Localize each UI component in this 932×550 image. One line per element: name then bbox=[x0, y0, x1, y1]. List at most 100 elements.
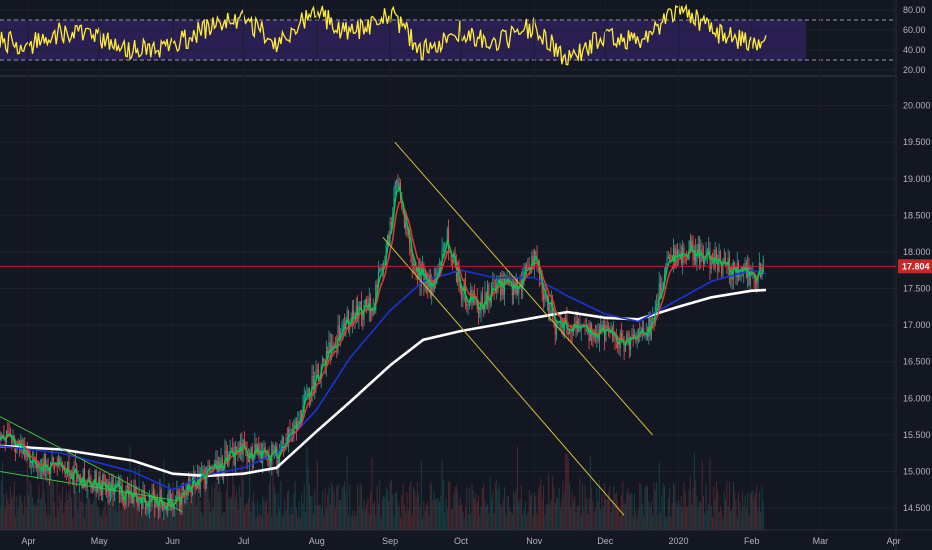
candle-body bbox=[201, 471, 203, 473]
volume-bar bbox=[714, 499, 716, 530]
volume-bar bbox=[198, 496, 200, 530]
volume-bar bbox=[536, 513, 538, 530]
volume-bar bbox=[134, 467, 136, 530]
candle-body bbox=[298, 420, 300, 422]
volume-bar bbox=[432, 500, 434, 530]
volume-bar bbox=[246, 503, 248, 530]
volume-bar bbox=[743, 506, 745, 530]
volume-bar bbox=[593, 512, 595, 530]
volume-bar bbox=[726, 480, 728, 530]
price-tick-label: 17.000 bbox=[903, 320, 931, 330]
volume-bar bbox=[221, 516, 223, 530]
candle-body bbox=[230, 447, 232, 449]
volume-bar bbox=[479, 516, 481, 530]
candle-body bbox=[77, 480, 79, 482]
volume-bar bbox=[578, 505, 580, 530]
volume-bar bbox=[630, 493, 632, 530]
volume-bar bbox=[116, 511, 118, 530]
volume-bar bbox=[212, 507, 214, 530]
volume-bar bbox=[709, 457, 711, 530]
volume-bar bbox=[347, 515, 349, 530]
volume-bar bbox=[191, 497, 193, 530]
volume-bar bbox=[457, 491, 459, 530]
volume-bar bbox=[589, 456, 591, 530]
time-axis[interactable]: Apr May Jun Jul Aug Sep Oct Nov Dec 2020 Feb Mar Apr bbox=[21, 536, 900, 546]
volume-bar bbox=[535, 496, 537, 530]
candle-body bbox=[549, 304, 551, 314]
volume-bar bbox=[489, 476, 491, 530]
oscillator-tick-label: 40.00 bbox=[903, 45, 926, 55]
volume-bar bbox=[506, 496, 508, 530]
candle-body bbox=[451, 260, 453, 263]
volume-bar bbox=[307, 467, 309, 530]
volume-bar bbox=[193, 487, 195, 530]
candle-body bbox=[394, 182, 396, 191]
volume-bar bbox=[636, 516, 638, 530]
volume-bar bbox=[162, 517, 164, 530]
volume-bar bbox=[725, 500, 727, 530]
price-tick-label: 17.500 bbox=[903, 284, 931, 294]
volume-bar bbox=[427, 501, 429, 530]
volume-bar bbox=[584, 484, 586, 530]
volume-bar bbox=[87, 489, 89, 530]
volume-bar bbox=[640, 484, 642, 530]
volume-bar bbox=[470, 514, 472, 530]
volume-bar bbox=[102, 510, 104, 530]
volume-bar bbox=[72, 517, 74, 530]
volume-bar bbox=[266, 499, 268, 530]
volume-bar bbox=[271, 516, 273, 530]
volume-bar bbox=[25, 507, 27, 530]
volume-bar bbox=[311, 496, 313, 530]
volume-bar bbox=[230, 497, 232, 530]
volume-bar bbox=[637, 508, 639, 530]
volume-bar bbox=[615, 491, 617, 530]
volume-bar bbox=[571, 491, 573, 530]
volume-bar bbox=[81, 487, 83, 530]
volume-bar bbox=[585, 498, 587, 530]
candle-body bbox=[65, 476, 67, 477]
volume-bar bbox=[663, 485, 665, 530]
volume-bar bbox=[697, 506, 699, 530]
candle-body bbox=[627, 333, 629, 338]
current-price-tag: 17.804 bbox=[898, 259, 932, 274]
volume-bar bbox=[472, 490, 474, 530]
volume-bar bbox=[194, 494, 196, 530]
volume-bar bbox=[455, 484, 457, 530]
candle-body bbox=[756, 281, 758, 284]
price-tick-label: 16.500 bbox=[903, 357, 931, 367]
volume-bar bbox=[233, 484, 235, 530]
volume-bar bbox=[613, 486, 615, 530]
candle-body bbox=[290, 431, 292, 433]
volume-bar bbox=[580, 515, 582, 530]
volume-bar bbox=[718, 511, 720, 530]
volume-bar bbox=[692, 487, 694, 530]
volume-bar bbox=[290, 506, 292, 530]
candle-body bbox=[202, 469, 204, 472]
volume-bar bbox=[723, 491, 725, 530]
volume-bar bbox=[648, 501, 650, 530]
volume-bar bbox=[93, 499, 95, 530]
volume-bar bbox=[184, 500, 186, 530]
volume-bar bbox=[761, 485, 763, 530]
volume-bar bbox=[487, 503, 489, 530]
volume-bar bbox=[237, 509, 239, 530]
candle-body bbox=[2, 434, 4, 436]
volume-bar bbox=[415, 497, 417, 530]
volume-bar bbox=[739, 502, 741, 530]
candle-body bbox=[652, 317, 654, 320]
candle-body bbox=[641, 327, 643, 330]
volume-bar bbox=[563, 493, 565, 530]
candle-body bbox=[543, 293, 545, 300]
volume-bar bbox=[41, 497, 43, 530]
candle-body bbox=[253, 458, 255, 461]
volume-bar bbox=[188, 493, 190, 530]
volume-bar bbox=[359, 483, 361, 530]
volume-bar bbox=[450, 510, 452, 530]
volume-bar bbox=[626, 493, 628, 530]
candle-body bbox=[477, 308, 479, 313]
volume-bar bbox=[30, 483, 32, 530]
price-tick-label: 18.500 bbox=[903, 210, 931, 220]
volume-bar bbox=[245, 504, 247, 530]
candle-body bbox=[380, 267, 382, 269]
volume-bar bbox=[13, 481, 15, 530]
